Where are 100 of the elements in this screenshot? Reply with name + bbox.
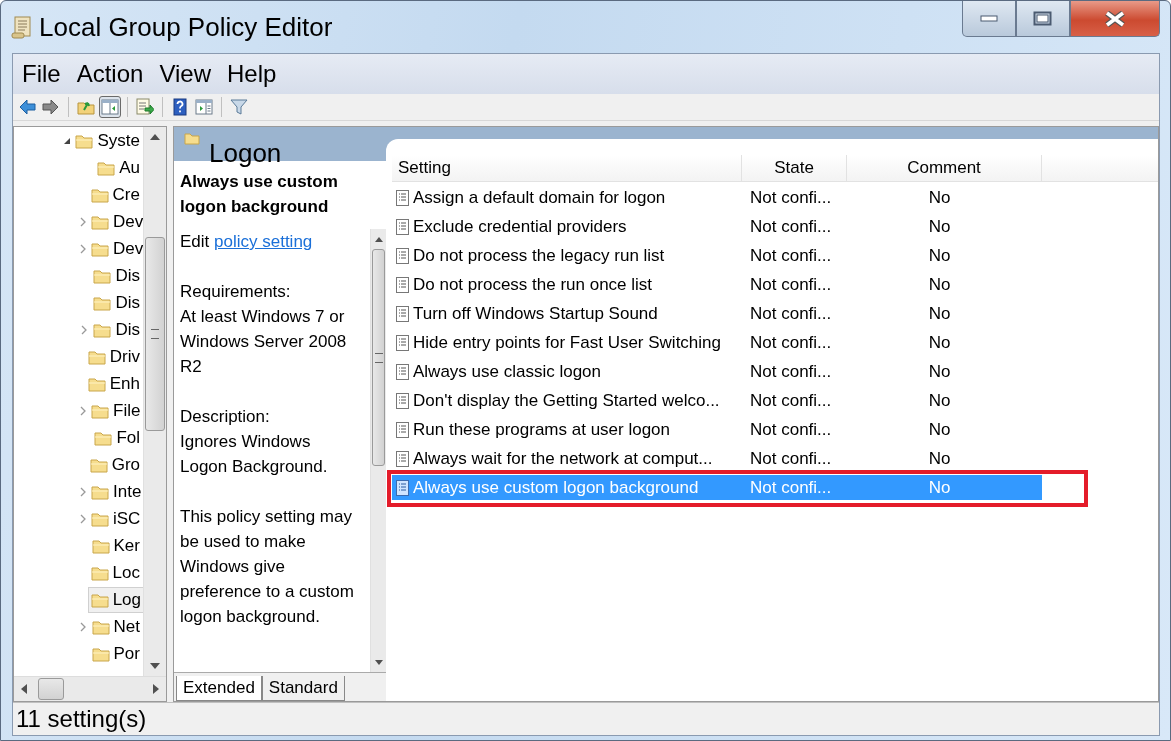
scroll-up-icon[interactable]	[150, 134, 160, 140]
tree-item[interactable]: Driv	[84, 343, 143, 370]
tree-item[interactable]: Loc	[87, 559, 143, 586]
folder-icon	[91, 510, 109, 527]
setting-name: Assign a default domain for logon	[413, 187, 666, 208]
policy-icon	[395, 188, 410, 207]
scrollbar[interactable]	[370, 229, 386, 672]
table-row[interactable]: Assign a default domain for logon Not confi... No	[392, 185, 1042, 210]
menu-item[interactable]: Action	[76, 60, 144, 88]
panes-button[interactable]	[99, 96, 121, 118]
table-cell: Not confi...	[750, 303, 832, 324]
tree-item[interactable]: Dis	[90, 289, 143, 316]
table-row[interactable]: Run these programs at user logon Not confi... No	[392, 417, 1042, 442]
scroll-left-icon[interactable]	[21, 684, 27, 694]
minimize-icon	[980, 14, 998, 23]
table-cell: No	[928, 245, 951, 266]
tree-item[interactable]: Dev	[88, 235, 143, 262]
tree-item[interactable]: Inte	[88, 478, 143, 505]
tree-item[interactable]: Cre	[87, 181, 143, 208]
table-cell: No	[928, 332, 951, 353]
folder-icon	[91, 537, 110, 554]
table-cell: No	[928, 419, 951, 440]
tab[interactable]: Standard	[261, 676, 345, 701]
tree-item[interactable]: Dis	[90, 316, 143, 343]
folder-icon	[91, 402, 109, 419]
column-header[interactable]: State	[742, 155, 847, 181]
setting-name: Exclude credential providers	[413, 216, 627, 237]
column-header[interactable]: Comment	[847, 155, 1042, 181]
setting-name: Do not process the run once list	[413, 274, 653, 295]
folder-icon	[91, 213, 109, 230]
table-cell: Not confi...	[750, 274, 832, 295]
tree-item[interactable]: Ker	[88, 532, 143, 559]
description-text: Requirements: At least Windows 7 or Windows Server 2008 R2	[180, 281, 348, 378]
setting-name: Turn off Windows Startup Sound	[413, 303, 658, 324]
policy-icon	[395, 304, 410, 323]
filter-button[interactable]	[228, 96, 250, 118]
setting-name: Run these programs at user logon	[413, 419, 671, 440]
policy-setting-link[interactable]: policy setting	[214, 232, 313, 251]
scroll-thumb[interactable]	[372, 249, 385, 466]
folder-icon	[91, 483, 109, 500]
tree-item[interactable]: iSC	[88, 505, 143, 532]
folder-icon	[87, 375, 106, 392]
maximize-button[interactable]	[1016, 1, 1070, 37]
folder-icon	[87, 348, 106, 365]
table-row[interactable]: Always use classic logon Not confi... No	[392, 359, 1042, 384]
setting-name: Don't display the Getting Started welco...	[413, 390, 720, 411]
folder-icon	[93, 267, 112, 284]
scroll-down-icon[interactable]	[374, 659, 383, 665]
folder-icon	[75, 132, 94, 149]
tree-item[interactable]: Enh	[84, 370, 143, 397]
tree-item[interactable]: File	[88, 397, 143, 424]
table-row[interactable]: Hide entry points for Fast User Switching Not confi... No	[392, 330, 1042, 355]
folder-icon	[90, 591, 109, 608]
table-cell: No	[928, 303, 951, 324]
scroll-down-icon[interactable]	[150, 663, 160, 669]
tree-item[interactable]: Au	[94, 154, 143, 181]
table-row[interactable]: Do not process the run once list Not confi... No	[392, 272, 1042, 297]
export-list-button[interactable]	[134, 96, 156, 118]
table-cell: No	[928, 477, 951, 498]
table-row[interactable]: Exclude credential providers Not confi... No	[392, 214, 1042, 239]
tab[interactable]: Extended	[176, 676, 262, 701]
folder-icon	[91, 645, 110, 662]
menu-item[interactable]: File	[22, 60, 61, 88]
table-cell: No	[928, 216, 951, 237]
table-cell: Not confi...	[750, 477, 832, 498]
table-row[interactable]: Turn off Windows Startup Sound Not confi... No	[392, 301, 1042, 326]
status-text: 11 setting(s)	[16, 705, 147, 733]
menu-item[interactable]: View	[159, 60, 211, 88]
table-cell: Not confi...	[750, 361, 832, 382]
tree-item[interactable]: Dis	[90, 262, 143, 289]
table-row[interactable]: Always wait for the network at comput... Not confi... No	[392, 446, 1042, 471]
table-cell: No	[928, 274, 951, 295]
table-cell: No	[928, 390, 951, 411]
table-row[interactable]: Do not process the legacy run list Not confi... No	[392, 243, 1042, 268]
close-icon	[1104, 10, 1126, 27]
table-cell: Not confi...	[750, 390, 832, 411]
tree-item[interactable]: Fol	[91, 424, 143, 451]
table-row[interactable]: Don't display the Getting Started welco... Not confi... No	[392, 388, 1042, 413]
tree-item[interactable]: Net	[88, 613, 143, 640]
scroll-thumb[interactable]	[38, 678, 64, 700]
scroll-icon	[11, 15, 33, 39]
scroll-thumb[interactable]	[145, 237, 165, 431]
menu-item[interactable]: Help	[226, 60, 277, 88]
policy-icon	[395, 478, 410, 497]
tree-item[interactable]: Dev	[88, 208, 143, 235]
column-header[interactable]: Setting	[392, 155, 742, 181]
scrollbar[interactable]	[14, 676, 166, 701]
policy-icon	[395, 246, 410, 265]
close-button[interactable]	[1070, 1, 1160, 37]
scrollbar[interactable]	[143, 127, 166, 676]
tree-item[interactable]: Gro	[86, 451, 143, 478]
scroll-right-icon[interactable]	[153, 684, 159, 694]
tree-item[interactable]: Syste	[72, 127, 143, 154]
setting-name: Always wait for the network at comput...	[413, 448, 713, 469]
folder-icon	[91, 240, 109, 257]
minimize-button[interactable]	[962, 1, 1016, 37]
tree-item[interactable]: Por	[88, 640, 143, 667]
tree-item[interactable]: Log	[87, 586, 143, 613]
policy-title: Always use custom logon background	[179, 171, 339, 218]
scroll-up-icon[interactable]	[374, 236, 383, 242]
